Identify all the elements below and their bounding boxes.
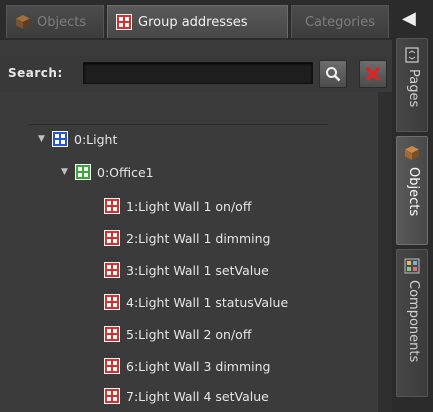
group-address-red-icon bbox=[116, 14, 132, 30]
components-icon bbox=[404, 258, 420, 274]
group-address-label: 7:Light Wall 4 setValue bbox=[126, 388, 269, 404]
group-address-red-icon bbox=[104, 262, 120, 278]
sidebar-tab-components[interactable]: Components bbox=[396, 249, 428, 397]
group-address-item[interactable]: 1:Light Wall 1 on/off bbox=[104, 198, 251, 214]
group-address-label: 2:Light Wall 1 dimming bbox=[126, 230, 271, 246]
expand-arrow-icon[interactable]: ▼ bbox=[61, 167, 71, 177]
tab-group-addresses[interactable]: Group addresses bbox=[107, 5, 288, 38]
group-address-item[interactable]: 3:Light Wall 1 setValue bbox=[104, 262, 269, 278]
group-address-red-icon bbox=[104, 326, 120, 342]
sidebar-tab-label: Pages bbox=[406, 69, 421, 108]
group-address-red-icon bbox=[104, 230, 120, 246]
tree-node-office1[interactable]: ▼ 0:Office1 bbox=[61, 164, 154, 180]
cube-icon bbox=[405, 146, 419, 160]
sidebar-tab-objects[interactable]: Objects bbox=[396, 136, 428, 245]
sidebar-tab-label: Objects bbox=[406, 167, 421, 217]
group-address-red-icon bbox=[104, 388, 120, 404]
page-icon bbox=[405, 47, 419, 63]
group-address-item[interactable]: 5:Light Wall 2 on/off bbox=[104, 326, 251, 342]
group-address-red-icon bbox=[104, 198, 120, 214]
group-address-item[interactable]: 2:Light Wall 1 dimming bbox=[104, 230, 271, 246]
group-address-red-icon bbox=[104, 358, 120, 374]
search-label: Search: bbox=[8, 66, 63, 80]
group-address-item[interactable]: 7:Light Wall 4 setValue bbox=[104, 388, 269, 404]
tree-divider bbox=[28, 124, 328, 125]
tab-objects[interactable]: Objects bbox=[6, 5, 104, 38]
triangle-left-icon[interactable]: ◀ bbox=[402, 8, 416, 29]
tree-node-light[interactable]: ▼ 0:Light bbox=[38, 131, 117, 147]
group-address-label: 1:Light Wall 1 on/off bbox=[126, 198, 252, 214]
tab-categories[interactable]: Categories bbox=[291, 5, 389, 38]
sidebar-tab-label: Components bbox=[406, 280, 421, 363]
group-green-icon bbox=[75, 164, 91, 180]
group-address-label: 4:Light Wall 1 statusValue bbox=[126, 294, 289, 310]
clear-search-button[interactable] bbox=[359, 60, 387, 88]
group-address-item[interactable]: 4:Light Wall 1 statusValue bbox=[104, 294, 288, 310]
magnifier-icon bbox=[326, 67, 341, 82]
expand-arrow-icon[interactable]: ▼ bbox=[38, 134, 48, 144]
group-address-label: 6:Light Wall 3 dimming bbox=[126, 358, 271, 374]
tree-scrollbar[interactable] bbox=[378, 92, 392, 412]
tree-node-label: 0:Light bbox=[74, 131, 118, 147]
tab-objects-label: Objects bbox=[37, 14, 87, 30]
red-x-icon bbox=[365, 66, 381, 82]
group-address-red-icon bbox=[104, 294, 120, 310]
cube-icon bbox=[16, 15, 30, 29]
tab-group-addresses-label: Group addresses bbox=[138, 14, 248, 30]
group-blue-icon bbox=[52, 131, 68, 147]
group-address-label: 3:Light Wall 1 setValue bbox=[126, 262, 269, 278]
group-address-item[interactable]: 6:Light Wall 3 dimming bbox=[104, 358, 271, 374]
sidebar-tab-pages[interactable]: Pages bbox=[396, 38, 428, 132]
search-button[interactable] bbox=[319, 60, 347, 88]
tab-categories-label: Categories bbox=[304, 14, 376, 30]
search-input[interactable] bbox=[83, 62, 313, 84]
tree-node-label: 0:Office1 bbox=[97, 164, 154, 180]
group-address-label: 5:Light Wall 2 on/off bbox=[126, 326, 252, 342]
